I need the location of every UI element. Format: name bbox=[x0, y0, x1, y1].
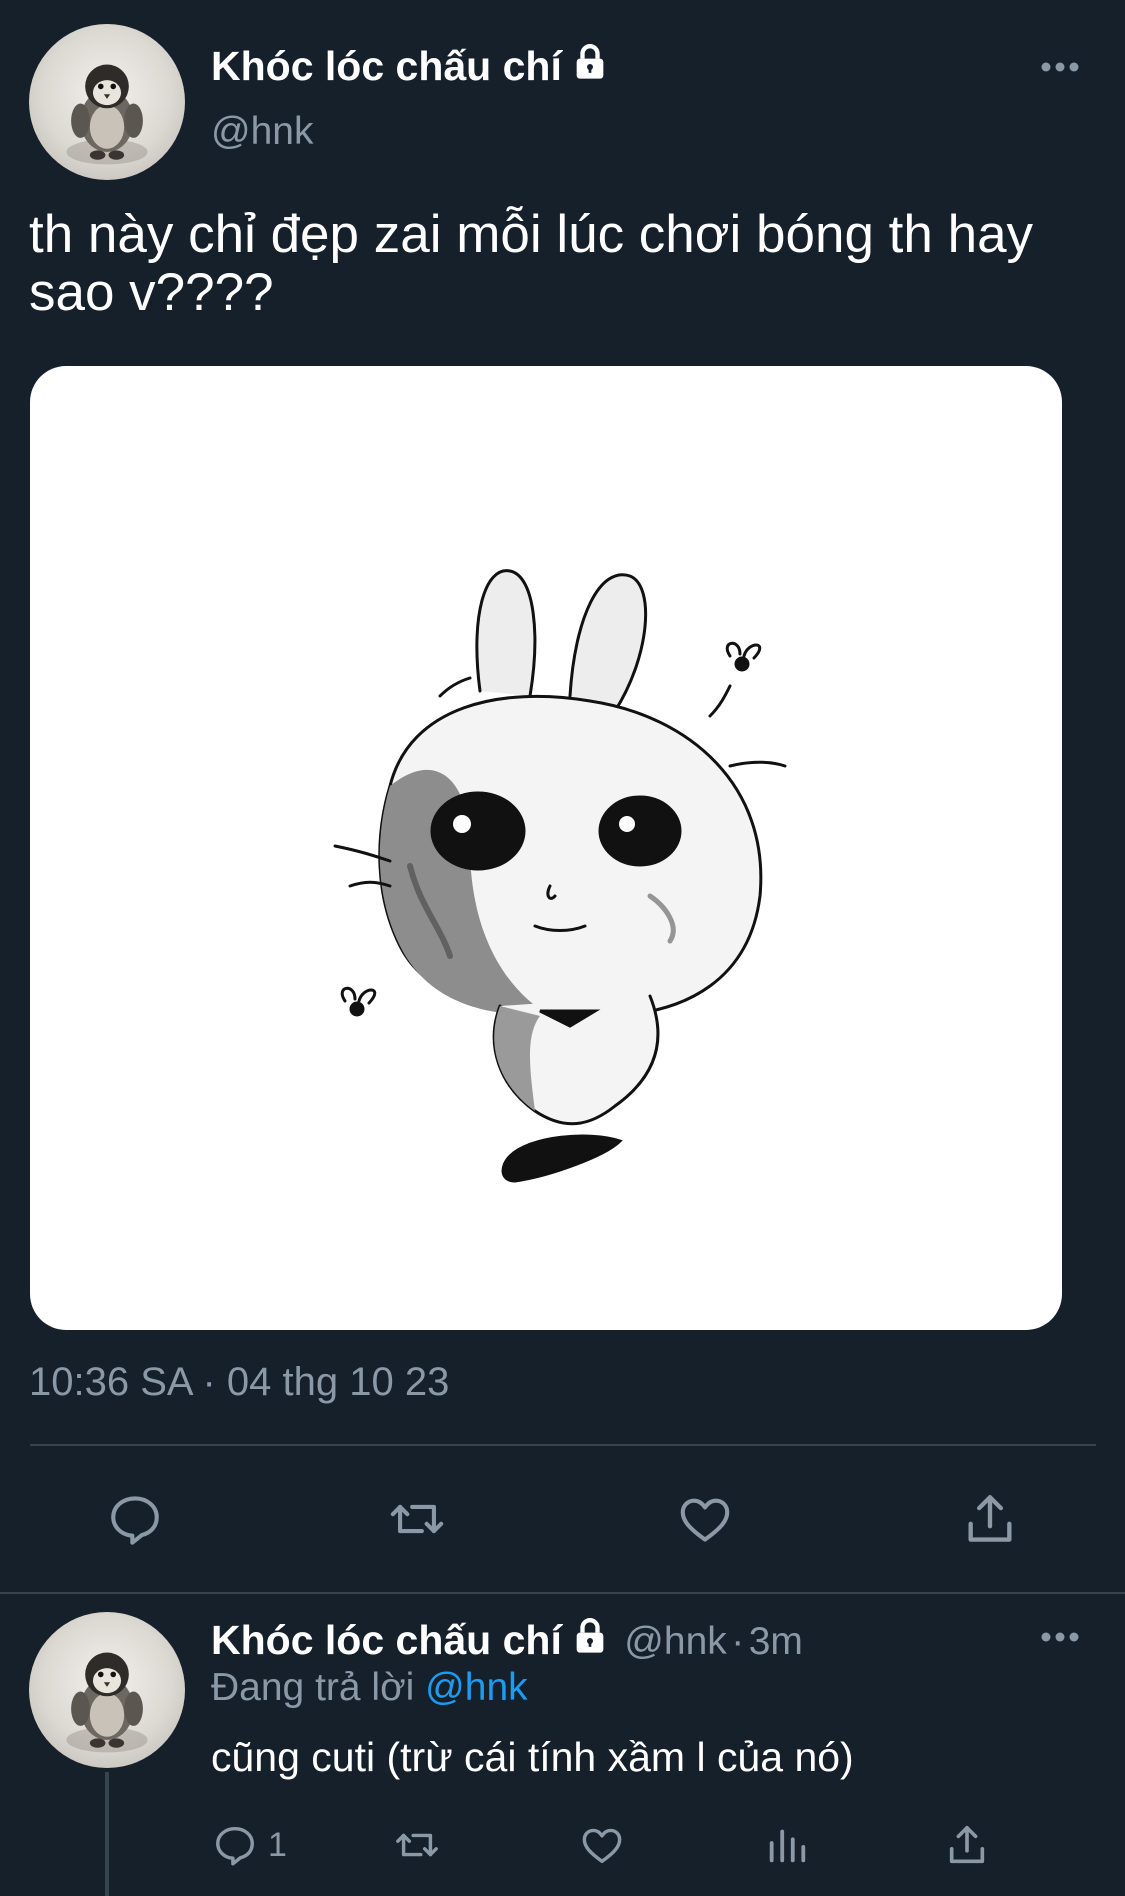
author-name-row[interactable]: Khóc lóc chấu chí bbox=[211, 42, 610, 92]
reply-author-handle[interactable]: @hnk bbox=[624, 1620, 726, 1663]
thread-line bbox=[105, 1772, 109, 1896]
retweet-icon bbox=[396, 1833, 438, 1857]
author-display-name[interactable]: Khóc lóc chấu chí bbox=[211, 43, 562, 89]
tweet-timestamp[interactable]: 10:36 SA · 04 thg 10 23 bbox=[29, 1360, 449, 1405]
divider bbox=[0, 1592, 1125, 1594]
reply-header: Khóc lóc chấu chí @hnk · 3m bbox=[211, 1616, 803, 1664]
lock-icon bbox=[570, 42, 610, 92]
author-handle[interactable]: @hnk bbox=[211, 110, 313, 154]
reply-icon bbox=[216, 1826, 254, 1866]
replying-to-prefix: Đang trả lời bbox=[211, 1666, 415, 1709]
share-button[interactable] bbox=[955, 1487, 1025, 1551]
replying-to-line: Đang trả lời @hnk bbox=[211, 1666, 528, 1710]
reply-avatar[interactable] bbox=[29, 1612, 185, 1768]
reply-count: 1 bbox=[268, 1825, 287, 1864]
analytics-icon bbox=[769, 1829, 806, 1863]
heart-icon bbox=[680, 1498, 730, 1542]
reply-analytics-button[interactable] bbox=[764, 1822, 810, 1868]
penguin-plush-avatar-image bbox=[66, 64, 148, 165]
replying-to-link[interactable]: @hnk bbox=[425, 1666, 527, 1709]
tweet-media-image[interactable] bbox=[30, 366, 1062, 1330]
divider bbox=[30, 1444, 1096, 1446]
reply-text: cũng cuti (trừ cái tính xầm l của nó) bbox=[211, 1734, 854, 1780]
heart-icon bbox=[582, 1828, 622, 1864]
reply-like-button[interactable] bbox=[578, 1822, 626, 1868]
penguin-plush-avatar-image bbox=[66, 1652, 148, 1753]
avatar[interactable] bbox=[29, 24, 185, 180]
reply-time[interactable]: 3m bbox=[749, 1620, 803, 1663]
retweet-button[interactable] bbox=[382, 1487, 452, 1551]
reply-reply-button[interactable]: 1 bbox=[212, 1822, 287, 1868]
share-icon bbox=[968, 1495, 1012, 1542]
reply-separator: · bbox=[731, 1620, 745, 1663]
share-icon bbox=[949, 1825, 985, 1864]
more-dots-icon[interactable] bbox=[1040, 60, 1080, 79]
reply-more-dots-icon[interactable] bbox=[1040, 1630, 1080, 1649]
bunny-drawing-illustration bbox=[333, 569, 787, 1183]
reply-icon bbox=[111, 1496, 159, 1545]
tweet-text: th này chỉ đẹp zai mỗi lúc chơi bóng th … bbox=[29, 205, 1034, 322]
reply-author-name[interactable]: Khóc lóc chấu chí bbox=[211, 1617, 562, 1663]
like-button[interactable] bbox=[670, 1487, 740, 1551]
retweet-icon bbox=[390, 1504, 444, 1534]
reply-share-button[interactable] bbox=[944, 1822, 990, 1868]
lock-icon bbox=[570, 1616, 610, 1661]
reply-button[interactable] bbox=[100, 1487, 170, 1551]
reply-retweet-button[interactable] bbox=[392, 1822, 442, 1868]
